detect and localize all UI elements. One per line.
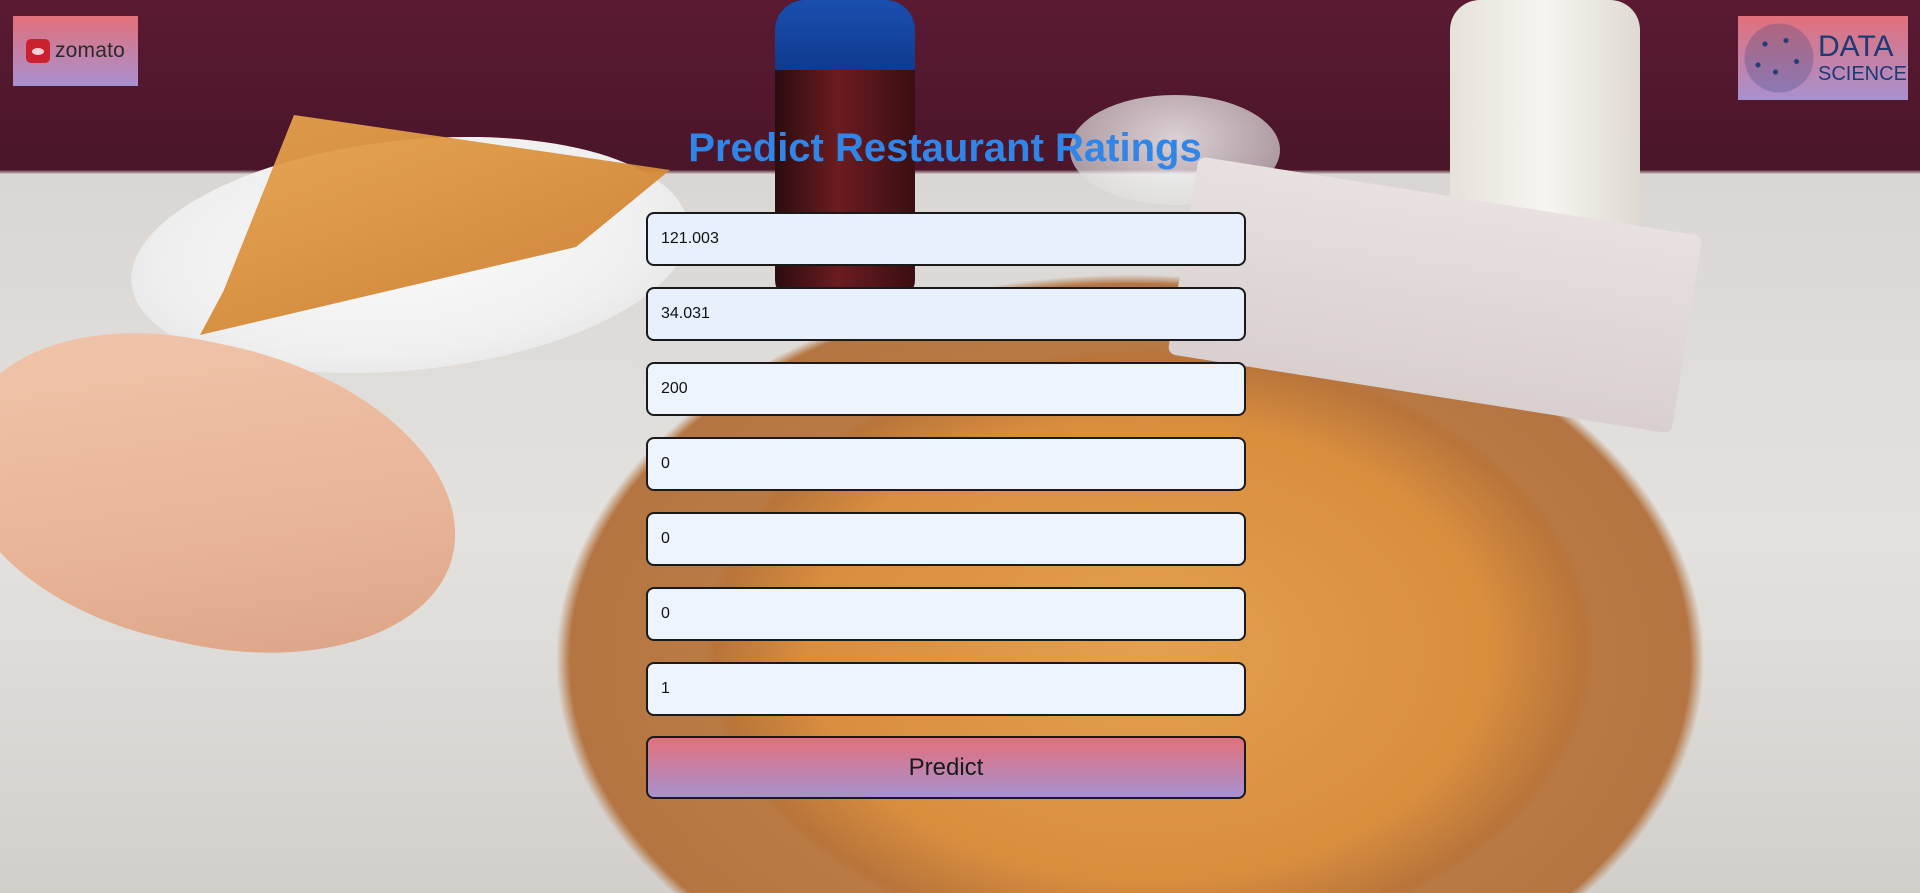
- network-globe-icon: [1744, 23, 1814, 93]
- wooden-board-decoration: [1167, 156, 1703, 434]
- data-science-logo-line2: SCIENCE: [1818, 63, 1907, 85]
- data-science-logo-line1: DATA: [1818, 30, 1894, 63]
- hand-decoration: [0, 296, 486, 694]
- input-field-4[interactable]: [646, 437, 1246, 491]
- input-field-5[interactable]: [646, 512, 1246, 566]
- data-science-logo: DATA SCIENCE: [1738, 16, 1908, 100]
- input-field-3[interactable]: [646, 362, 1246, 416]
- zomato-logo-text: zomato: [54, 39, 126, 62]
- page-background: zomato DATA SCIENCE Predict Restaurant R…: [0, 0, 1920, 893]
- predict-button[interactable]: Predict: [646, 736, 1246, 799]
- input-field-1[interactable]: [646, 212, 1246, 266]
- page-title: Predict Restaurant Ratings: [688, 126, 1202, 170]
- data-science-logo-text: DATA SCIENCE: [1818, 30, 1907, 85]
- zomato-icon: [25, 39, 50, 63]
- input-field-2[interactable]: [646, 287, 1246, 341]
- zomato-logo: zomato: [13, 16, 138, 86]
- soda-bottle-label-decoration: [775, 0, 915, 70]
- prediction-form: Predict: [646, 212, 1246, 799]
- input-field-6[interactable]: [646, 587, 1246, 641]
- input-field-7[interactable]: [646, 662, 1246, 716]
- oil-jar-decoration: [1450, 0, 1640, 250]
